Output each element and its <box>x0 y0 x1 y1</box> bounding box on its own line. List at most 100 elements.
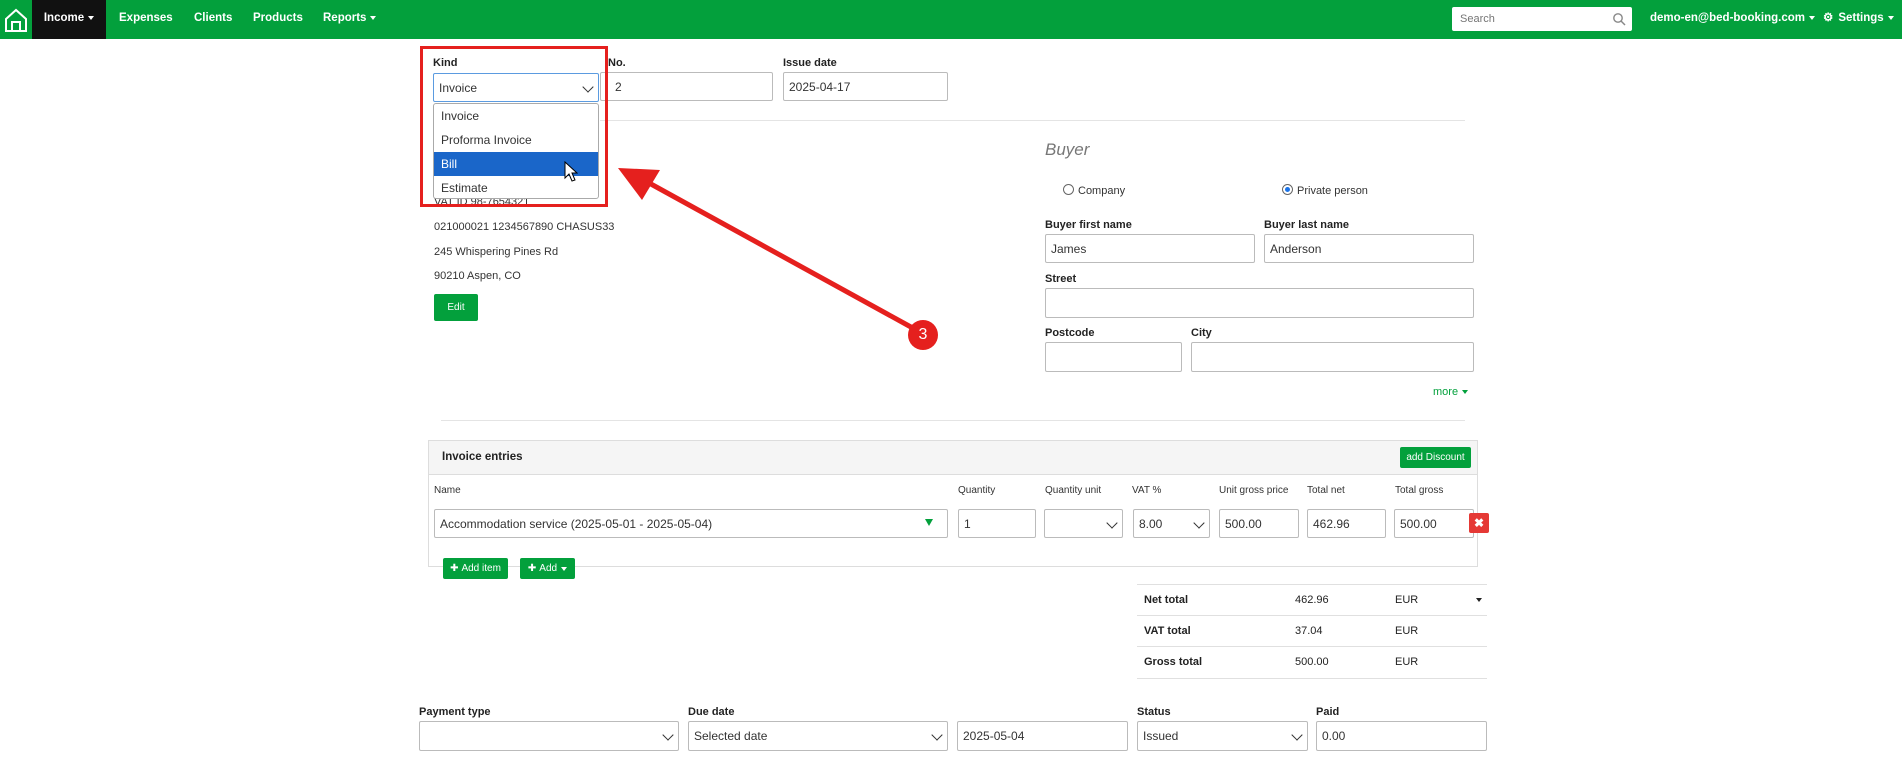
chevron-down-icon <box>1808 15 1815 20</box>
payment-type-label: Payment type <box>419 706 491 718</box>
col-vat: VAT % <box>1132 485 1162 496</box>
payment-type-select[interactable] <box>419 721 679 751</box>
chevron-down-icon <box>1106 516 1118 529</box>
entry-unit-gross-value: 500.00 <box>1225 516 1262 531</box>
delete-row-icon[interactable]: ✖ <box>1469 513 1489 533</box>
divider <box>441 420 1465 421</box>
vat-total-value: 37.04 <box>1295 625 1323 637</box>
net-total-currency[interactable]: EUR <box>1395 594 1418 606</box>
due-date-select[interactable]: Selected date <box>688 721 948 751</box>
search-input[interactable] <box>1452 7 1632 31</box>
home-icon[interactable] <box>0 0 32 39</box>
col-total-net: Total net <box>1307 485 1345 496</box>
settings-menu[interactable]: ⚙ Settings <box>1823 0 1894 39</box>
dropdown-triangle-icon[interactable] <box>925 519 933 526</box>
vat-total-row: VAT total 37.04 EUR <box>1137 615 1487 647</box>
paid-input[interactable]: 0.00 <box>1316 721 1487 751</box>
chevron-down-icon <box>1291 729 1303 741</box>
chevron-down-icon <box>662 729 674 741</box>
due-date-input[interactable]: 2025-05-04 <box>957 721 1128 751</box>
paid-label: Paid <box>1316 706 1340 718</box>
entry-unit-gross-input[interactable]: 500.00 <box>1219 509 1299 538</box>
city-input[interactable] <box>1191 342 1474 372</box>
invoice-entries-header <box>429 441 1477 475</box>
buyer-first-name-input[interactable]: James <box>1045 234 1255 263</box>
add-item-label: Add item <box>461 563 501 574</box>
status-value: Issued <box>1143 729 1179 743</box>
buyer-last-name-input[interactable]: Anderson <box>1264 234 1474 263</box>
search-icon[interactable] <box>1612 12 1626 26</box>
postcode-input[interactable] <box>1045 342 1182 372</box>
gear-icon: ⚙ <box>1823 12 1834 24</box>
entry-vat-select[interactable]: 8.00 <box>1133 509 1210 538</box>
plus-icon: ✚ <box>527 563 537 574</box>
add-menu-label: Add <box>539 563 558 574</box>
nav-income[interactable]: Income <box>32 0 106 39</box>
entry-unit-select[interactable] <box>1044 509 1123 538</box>
entry-vat-value: 8.00 <box>1139 516 1163 531</box>
status-select[interactable]: Issued <box>1137 721 1308 751</box>
due-date-select-value: Selected date <box>694 729 768 743</box>
annotation-highlight-box <box>420 46 608 207</box>
due-date-label: Due date <box>688 706 735 718</box>
gross-total-value: 500.00 <box>1295 656 1329 668</box>
entry-quantity-value: 1 <box>964 516 971 531</box>
invoice-entries-panel <box>428 440 1478 567</box>
annotation-step-badge: 3 <box>908 320 938 350</box>
gross-total-currency: EUR <box>1395 656 1419 668</box>
top-navbar: Income Expenses Clients Products Reports… <box>0 0 1902 39</box>
plus-icon: ✚ <box>450 563 459 574</box>
nav-expenses[interactable]: Expenses <box>119 0 173 39</box>
private-person-label: Private person <box>1297 185 1368 197</box>
entry-total-gross-input[interactable]: 500.00 <box>1394 509 1474 538</box>
buyer-title: Buyer <box>1045 140 1090 159</box>
col-name: Name <box>434 485 461 496</box>
buyer-first-name-value: James <box>1051 241 1087 256</box>
invoice-entries-title: Invoice entries <box>442 451 523 463</box>
entry-name-value: Accommodation service (2025-05-01 - 2025… <box>440 516 713 531</box>
buyer-last-name-label: Buyer last name <box>1264 219 1349 231</box>
nav-products[interactable]: Products <box>253 0 303 39</box>
issue-date-value: 2025-04-17 <box>789 79 851 94</box>
paid-value: 0.00 <box>1322 729 1346 743</box>
company-label: Company <box>1078 185 1126 197</box>
buyer-first-name-label: Buyer first name <box>1045 219 1132 231</box>
chevron-down-icon <box>370 15 377 20</box>
seller-street: 245 Whispering Pines Rd <box>434 246 559 258</box>
net-total-row: Net total 462.96 EUR <box>1137 584 1487 616</box>
entry-quantity-input[interactable]: 1 <box>958 509 1036 538</box>
chevron-down-icon <box>1193 516 1205 529</box>
more-link[interactable]: more <box>1433 386 1469 398</box>
add-discount-button[interactable]: add Discount <box>1400 447 1471 468</box>
issue-date-input[interactable]: 2025-04-17 <box>783 72 948 101</box>
add-item-button[interactable]: ✚ Add item <box>443 558 508 579</box>
number-input[interactable]: 2 <box>600 72 773 101</box>
divider <box>600 120 1465 121</box>
col-quantity: Quantity <box>958 485 996 496</box>
postcode-label: Postcode <box>1045 327 1095 339</box>
nav-clients[interactable]: Clients <box>194 0 232 39</box>
col-quantity-unit: Quantity unit <box>1045 485 1102 496</box>
entry-total-gross-value: 500.00 <box>1400 516 1437 531</box>
status-label: Status <box>1137 706 1171 718</box>
entry-total-net-value: 462.96 <box>1313 516 1350 531</box>
col-unit-gross: Unit gross price <box>1219 485 1289 496</box>
edit-seller-button[interactable]: Edit <box>434 294 478 321</box>
chevron-down-icon <box>931 729 943 741</box>
chevron-down-icon[interactable] <box>1476 598 1482 602</box>
add-menu-button[interactable]: ✚ Add <box>520 558 575 579</box>
company-radio[interactable] <box>1063 184 1074 195</box>
entry-total-net-input[interactable]: 462.96 <box>1307 509 1386 538</box>
chevron-down-icon <box>561 566 568 571</box>
annotation-arrow-icon <box>618 168 922 335</box>
buyer-last-name-value: Anderson <box>1270 241 1322 256</box>
account-menu[interactable]: demo-en@bed-booking.com <box>1650 0 1815 39</box>
private-person-radio[interactable] <box>1282 184 1293 195</box>
gross-total-row: Gross total 500.00 EUR <box>1137 646 1487 679</box>
gross-total-label: Gross total <box>1144 656 1203 668</box>
street-textarea[interactable] <box>1045 288 1474 318</box>
nav-reports[interactable]: Reports <box>323 0 377 39</box>
seller-bank: 021000021 1234567890 CHASUS33 <box>434 221 615 233</box>
entry-name-input[interactable]: Accommodation service (2025-05-01 - 2025… <box>434 509 948 538</box>
chevron-down-icon <box>1887 15 1894 20</box>
